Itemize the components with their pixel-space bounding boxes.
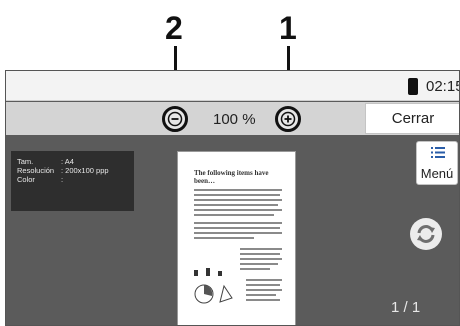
text-line bbox=[240, 268, 270, 270]
info-row-resolution: Resolución : 200x100 ppp bbox=[17, 166, 134, 175]
preview-screen: 02:15 100 % Cerrar Tam. : A4 Resolución … bbox=[5, 70, 460, 326]
close-button[interactable]: Cerrar bbox=[365, 103, 459, 134]
text-line bbox=[194, 237, 254, 239]
text-line bbox=[194, 209, 282, 211]
status-bar: 02:15 bbox=[6, 71, 459, 101]
menu-label: Menú bbox=[420, 166, 454, 181]
page-preview[interactable]: The following items have been… bbox=[177, 151, 296, 325]
text-line bbox=[246, 279, 282, 281]
info-value: : 200x100 ppp bbox=[61, 166, 109, 175]
info-row-size: Tam. : A4 bbox=[17, 157, 134, 166]
menu-button[interactable]: Menú bbox=[416, 141, 458, 185]
zoom-out-button[interactable] bbox=[162, 106, 188, 132]
text-line bbox=[240, 248, 282, 250]
text-line bbox=[246, 284, 280, 286]
text-line bbox=[246, 299, 280, 301]
text-line bbox=[240, 263, 278, 265]
info-key: Tam. bbox=[17, 157, 34, 166]
info-value: : A4 bbox=[61, 157, 74, 166]
rotate-button[interactable] bbox=[410, 218, 442, 250]
preview-title: The following items have been… bbox=[194, 169, 269, 185]
text-line bbox=[246, 294, 276, 296]
info-row-color: Color : bbox=[17, 175, 134, 184]
text-line bbox=[194, 227, 280, 229]
zoom-out-icon bbox=[167, 111, 183, 127]
list-icon bbox=[431, 147, 445, 158]
callout-number-zoom-out: 2 bbox=[165, 10, 183, 46]
text-line bbox=[194, 232, 282, 234]
text-line bbox=[240, 253, 280, 255]
rotate-icon bbox=[417, 225, 435, 243]
text-line bbox=[194, 199, 282, 201]
info-value: : bbox=[61, 175, 64, 184]
zoom-level: 100 % bbox=[213, 111, 256, 128]
scan-info-panel: Tam. : A4 Resolución : 200x100 ppp Color… bbox=[11, 151, 134, 211]
text-line bbox=[240, 258, 282, 260]
text-line bbox=[194, 214, 274, 216]
preview-figures bbox=[194, 268, 233, 304]
info-key: Resolución bbox=[17, 166, 55, 175]
zoom-in-button[interactable] bbox=[275, 106, 301, 132]
zoom-in-icon bbox=[280, 111, 296, 127]
zoom-toolbar: 100 % Cerrar bbox=[6, 102, 459, 135]
text-line bbox=[194, 204, 278, 206]
info-key: Color bbox=[17, 175, 35, 184]
phone-icon bbox=[408, 78, 418, 95]
clock-time: 02:15 bbox=[426, 78, 460, 95]
text-line bbox=[194, 194, 280, 196]
text-line bbox=[194, 189, 282, 191]
text-line bbox=[246, 289, 282, 291]
text-line bbox=[194, 222, 282, 224]
page-indicator: 1 / 1 bbox=[391, 299, 421, 316]
callout-number-zoom-in: 1 bbox=[279, 10, 297, 46]
